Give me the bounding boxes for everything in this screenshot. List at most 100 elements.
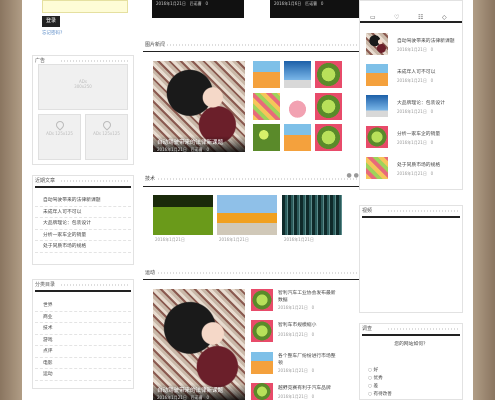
list-item[interactable]: 大品牌理论：包装设计: [35, 218, 131, 230]
title-underline: [362, 216, 460, 218]
pic-thumb[interactable]: [284, 124, 311, 151]
sport-item-title[interactable]: 越野竞赛有利于汽车品牌: [278, 384, 331, 391]
sport-item-2[interactable]: 智利车市规模缩小 2016年1月21日 0: [251, 320, 361, 350]
post-meta: 2016年1月6日 匹诺曹 0: [274, 1, 324, 6]
category-panel: 分类目录 世界 商业 技术 游戏 点评 电影 运动: [32, 279, 134, 389]
sport-item-meta: 2016年1月21日 0: [278, 305, 315, 310]
pic-thumb[interactable]: [315, 93, 342, 120]
feature-title[interactable]: 自动驾驶带来的法律新课题: [157, 386, 241, 394]
feature-title[interactable]: 自动驾驶带来的法律新课题: [157, 138, 241, 146]
list-item[interactable]: 处于同质市场的规格: [35, 241, 131, 253]
location-pin-icon: [53, 119, 66, 131]
list-item[interactable]: 自动驾驶带来的法律新课题: [35, 195, 131, 207]
pic-thumb[interactable]: [253, 93, 280, 120]
survey-title: 调查: [360, 324, 462, 334]
sport-item-meta: 2016年1月21日 0: [278, 394, 315, 399]
tabbed-posts-panel: ▭ ♡ ☷ ◇ 自动驾驶带来的法律新课题 2016年1月21日 0 未成年人可不…: [359, 0, 463, 190]
poll-question: 您的网站如何？: [394, 342, 428, 347]
tech-thumb-2[interactable]: [217, 195, 277, 235]
ad-banner-large[interactable]: ADs 300x250: [38, 64, 128, 110]
side-post-meta: 2016年1月21日 0: [397, 78, 434, 83]
page-container: 登录 忘记密码? 广告 ADs 300x250 ADs 125x125 ADs …: [22, 0, 473, 400]
top-thumb-2[interactable]: 2016年1月6日 匹诺曹 0: [270, 0, 364, 18]
pic-thumb[interactable]: [315, 124, 342, 151]
tech-thumb-1[interactable]: [153, 195, 213, 235]
category-title: 分类目录: [33, 280, 133, 290]
main-content: 2016年1月21日 匹诺曹 0 2016年1月6日 匹诺曹 0 图片新闻 自动…: [143, 0, 372, 400]
sport-thumb: [251, 320, 273, 342]
tab-icons: ▭ ♡ ☷ ◇: [360, 13, 462, 23]
list-item[interactable]: 运动: [35, 369, 131, 381]
side-post-4[interactable]: 分析一家车企的销量 2016年1月21日 0: [366, 122, 458, 153]
location-pin-icon: [100, 119, 113, 131]
pic-thumb[interactable]: [253, 61, 280, 88]
ad-banner-small-1[interactable]: ADs 125x125: [38, 114, 81, 160]
recent-posts-title: 近期文章: [33, 176, 133, 186]
list-item[interactable]: 点评: [35, 346, 131, 358]
poll-option[interactable]: 好: [368, 367, 378, 373]
sport-thumb: [251, 289, 273, 311]
side-post-1[interactable]: 自动驾驶带来的法律新课题 2016年1月21日 0: [366, 29, 458, 60]
list-item[interactable]: 未成年人可不可以: [35, 207, 131, 218]
side-thumb: [366, 157, 388, 179]
top-thumb-1[interactable]: 2016年1月21日 匹诺曹 0: [152, 0, 244, 18]
ad-small-text: ADs 125x125: [46, 131, 73, 136]
title-underline: [143, 51, 372, 52]
video-title: 视频: [360, 206, 462, 216]
video-panel: 视频: [359, 205, 463, 313]
tech-meta-3: 2016年1月21日: [284, 237, 314, 242]
ad-banner-small-2[interactable]: ADs 125x125: [85, 114, 128, 160]
tech-title: 技术: [143, 174, 372, 184]
side-post-3[interactable]: 大品牌理论：包装设计 2016年1月21日 0: [366, 91, 458, 122]
list-item[interactable]: 电影: [35, 358, 131, 369]
list-item[interactable]: 世界: [35, 300, 131, 312]
pic-news-feature[interactable]: 自动驾驶带来的法律新课题 2016年1月21日 匹诺曹 0: [153, 61, 245, 152]
sport-title: 运动: [143, 268, 372, 278]
login-message-box: [42, 0, 128, 13]
side-post-title[interactable]: 自动驾驶带来的法律新课题: [397, 37, 455, 44]
title-underline: [35, 186, 131, 188]
side-post-meta: 2016年1月21日 0: [397, 140, 434, 145]
tech-meta-1: 2016年1月21日: [155, 237, 185, 242]
right-sidebar: ▭ ♡ ☷ ◇ 自动驾驶带来的法律新课题 2016年1月21日 0 未成年人可不…: [359, 0, 463, 400]
heart-icon[interactable]: ♡: [394, 14, 399, 21]
recent-posts-panel: 近期文章 自动驾驶带来的法律新课题 未成年人可不可以 大品牌理论：包装设计 分析…: [32, 175, 134, 265]
folder-icon[interactable]: ▭: [370, 14, 376, 21]
list-item[interactable]: 游戏: [35, 335, 131, 346]
pic-news-title: 图片新闻: [143, 40, 372, 50]
sport-feature[interactable]: 自动驾驶带来的法律新课题 2016年1月21日 匹诺曹 0: [153, 289, 245, 400]
tech-thumb-3[interactable]: [282, 195, 342, 235]
list-item[interactable]: 商业: [35, 312, 131, 323]
pic-thumb[interactable]: [284, 61, 311, 88]
poll-option[interactable]: 差: [368, 383, 378, 389]
forgot-password-link[interactable]: 忘记密码?: [42, 30, 62, 36]
side-post-2[interactable]: 未成年人可不可以 2016年1月21日 0: [366, 60, 458, 91]
side-post-title[interactable]: 未成年人可不可以: [397, 68, 435, 75]
sport-item-title[interactable]: 各个整车厂纷纷进行市场整: [278, 352, 336, 359]
tag-icon[interactable]: ◇: [442, 14, 447, 21]
ad-panel: 广告 ADs 300x250 ADs 125x125 ADs 125x125: [32, 55, 134, 165]
pic-thumb[interactable]: [284, 93, 311, 120]
comments-icon[interactable]: ☷: [418, 14, 423, 21]
feature-meta: 2016年1月21日 匹诺曹 0: [157, 395, 210, 400]
side-post-title[interactable]: 大品牌理论：包装设计: [397, 99, 445, 106]
tech-meta-2: 2016年1月21日: [219, 237, 249, 242]
list-item[interactable]: 技术: [35, 323, 131, 335]
list-item[interactable]: 分析一家车企的销量: [35, 230, 131, 241]
login-button[interactable]: 登录: [42, 16, 60, 27]
sport-item-title-2: 顿: [278, 361, 283, 366]
side-post-5[interactable]: 处于同质市场的规格 2016年1月21日 0: [366, 153, 458, 184]
sport-item-1[interactable]: 智利汽车工业协会发布最新 数据 2016年1月21日 0: [251, 289, 361, 319]
side-thumb: [366, 126, 388, 148]
survey-panel: 调查 您的网站如何？ 好 优秀 差 有待改善: [359, 323, 463, 400]
sport-item-4[interactable]: 越野竞赛有利于汽车品牌 2016年1月21日 0: [251, 383, 361, 400]
sport-item-title[interactable]: 智利汽车工业协会发布最新: [278, 289, 336, 296]
side-post-title[interactable]: 处于同质市场的规格: [397, 161, 440, 168]
poll-option[interactable]: 优秀: [368, 375, 382, 381]
sport-item-3[interactable]: 各个整车厂纷纷进行市场整 顿 2016年1月21日 0: [251, 352, 361, 382]
pic-thumb[interactable]: [253, 124, 280, 151]
sport-item-title[interactable]: 智利车市规模缩小: [278, 321, 316, 328]
pic-thumb[interactable]: [315, 61, 342, 88]
side-post-title[interactable]: 分析一家车企的销量: [397, 130, 440, 137]
poll-option[interactable]: 有待改善: [368, 391, 391, 397]
